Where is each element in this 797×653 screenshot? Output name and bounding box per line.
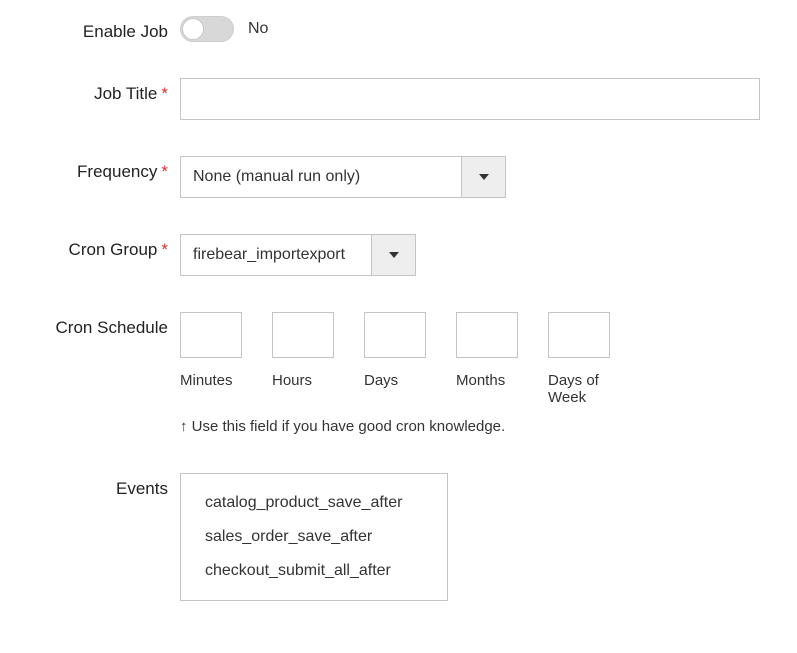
frequency-select[interactable]: None (manual run only): [180, 156, 506, 198]
enable-job-state: No: [248, 20, 268, 38]
cron-days-input[interactable]: [364, 312, 426, 358]
chevron-down-icon: [478, 172, 490, 182]
chevron-down-icon: [388, 250, 400, 260]
cron-group-select[interactable]: firebear_importexport: [180, 234, 416, 276]
events-label: Events: [10, 473, 180, 499]
events-option[interactable]: sales_order_save_after: [205, 528, 423, 546]
cron-months-input[interactable]: [456, 312, 518, 358]
cron-group-label: Cron Group*: [10, 234, 180, 260]
cron-schedule-inputs: Minutes Hours Days Months Days of Week: [180, 312, 618, 406]
cron-schedule-label: Cron Schedule: [10, 312, 180, 338]
required-icon: *: [161, 240, 168, 259]
cron-dow-caption: Days of Week: [548, 372, 618, 406]
cron-hours-input[interactable]: [272, 312, 334, 358]
cron-group-dropdown-button[interactable]: [371, 235, 415, 275]
events-option[interactable]: catalog_product_save_after: [205, 494, 423, 512]
cron-minutes-caption: Minutes: [180, 372, 242, 389]
required-icon: *: [161, 162, 168, 181]
enable-job-toggle[interactable]: [180, 16, 234, 42]
frequency-value: None (manual run only): [181, 157, 461, 197]
cron-days-caption: Days: [364, 372, 426, 389]
job-title-label: Job Title*: [10, 78, 180, 104]
cron-dow-input[interactable]: [548, 312, 610, 358]
job-title-input[interactable]: [180, 78, 760, 120]
cron-months-caption: Months: [456, 372, 518, 389]
events-listbox[interactable]: catalog_product_save_after sales_order_s…: [180, 473, 448, 601]
required-icon: *: [161, 84, 168, 103]
cron-group-value: firebear_importexport: [181, 235, 371, 275]
cron-schedule-hint: ↑ Use this field if you have good cron k…: [180, 418, 505, 435]
cron-minutes-input[interactable]: [180, 312, 242, 358]
events-option[interactable]: checkout_submit_all_after: [205, 562, 423, 580]
toggle-knob-icon: [182, 18, 204, 40]
cron-hours-caption: Hours: [272, 372, 334, 389]
enable-job-label: Enable Job: [10, 16, 180, 42]
frequency-label: Frequency*: [10, 156, 180, 182]
frequency-dropdown-button[interactable]: [461, 157, 505, 197]
